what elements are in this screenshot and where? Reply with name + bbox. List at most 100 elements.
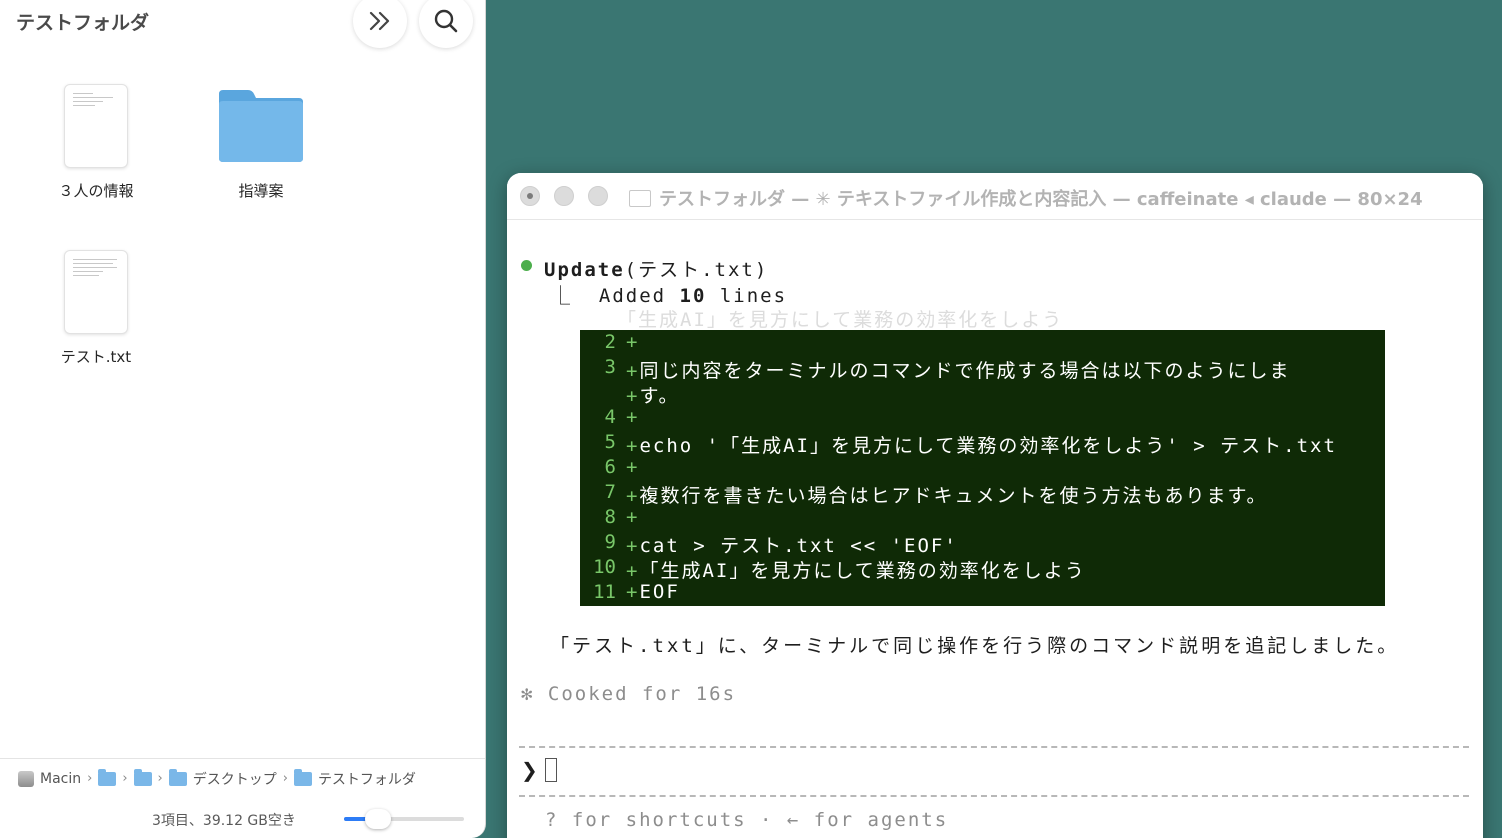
diff-plus-marker: + xyxy=(626,406,640,428)
diff-line-text: + xyxy=(626,331,639,356)
diff-plus-marker: + xyxy=(626,331,640,353)
diff-line-text: +「生成AI」を見方にして業務の効率化をしよう xyxy=(626,556,1086,582)
file-item-label: テスト.txt xyxy=(60,348,132,366)
diff-line-number xyxy=(580,381,616,406)
folder-icon xyxy=(293,768,312,786)
more-toolbar-button[interactable] xyxy=(353,0,407,48)
diff-line-text: + xyxy=(626,456,639,481)
chevron-right-icon: › xyxy=(282,771,288,786)
diff-line-number: 7 xyxy=(604,481,616,503)
diff-plus-marker: + xyxy=(626,385,640,407)
diff-row: 6 + xyxy=(580,456,639,481)
diff-block: 2 +3 +同じ内容をターミナルのコマンドで作成する場合は以下のようにしま +す。 4 +… xyxy=(580,330,1385,606)
search-button[interactable] xyxy=(419,0,473,48)
prompt-input[interactable] xyxy=(545,758,557,782)
status-dot-icon xyxy=(521,260,532,271)
home-folder-icon xyxy=(133,768,152,786)
diff-line-number: 6 xyxy=(604,456,616,478)
status-bar: 3項目、39.12 GB空き xyxy=(0,800,485,838)
diff-row: 3 +同じ内容をターミナルのコマンドで作成する場合は以下のようにしま xyxy=(580,356,1291,382)
document-icon xyxy=(64,84,128,168)
prompt-divider-bottom xyxy=(519,795,1469,797)
folder-item-label: 指導案 xyxy=(238,182,284,200)
prompt-chevron-icon: ❯ xyxy=(521,758,538,782)
diff-plus-marker: + xyxy=(626,360,640,382)
path-crumb-home[interactable] xyxy=(133,768,152,786)
diff-line-number: 8 xyxy=(604,506,616,528)
folder-icon xyxy=(216,84,306,168)
slider-knob[interactable] xyxy=(364,809,391,829)
diff-line-content: す。 xyxy=(639,385,680,407)
diff-line-number: 4 xyxy=(604,406,616,428)
diff-plus-marker: + xyxy=(626,506,640,528)
shortcut-hint: ? for shortcuts · ← for agents xyxy=(545,809,949,831)
diff-line-text: + xyxy=(626,506,639,531)
file-item-label: ３人の情報 xyxy=(58,182,134,200)
search-icon xyxy=(434,9,458,33)
path-crumb-desktop[interactable]: デスクトップ xyxy=(168,768,277,789)
finder-title: テストフォルダ xyxy=(16,12,150,34)
diff-row: 5 +echo '「生成AI」を見方にして業務の効率化をしよう' > テスト.tx… xyxy=(580,431,1337,457)
diff-line-text: +す。 xyxy=(626,381,680,407)
diff-line-number: 3 xyxy=(604,356,616,378)
added-lines-summary: ⎿ Added 10 lines xyxy=(551,285,788,307)
diff-row: 8 + xyxy=(580,506,639,531)
diff-row: 11 +EOF xyxy=(580,581,680,606)
diff-line-number: 10 xyxy=(593,556,616,578)
terminal-window: テストフォルダ — ✳ テキストファイル作成と内容記入 — caffeinate… xyxy=(507,173,1483,838)
path-crumb-users[interactable] xyxy=(98,768,117,786)
file-item-test-txt[interactable]: テスト.txt xyxy=(21,250,171,367)
path-crumb-test-folder[interactable]: テストフォルダ xyxy=(293,768,416,789)
folder-icon xyxy=(98,768,117,786)
diff-line-number: 2 xyxy=(604,331,616,353)
path-crumb-disk[interactable]: Macin xyxy=(18,770,81,787)
terminal-titlebar: テストフォルダ — ✳ テキストファイル作成と内容記入 — caffeinate… xyxy=(507,173,1483,220)
chevron-right-icon: › xyxy=(87,771,93,786)
diff-row: 9 +cat > テスト.txt << 'EOF' xyxy=(580,531,958,557)
chevron-right-icon: › xyxy=(122,771,128,786)
diff-line-number: 9 xyxy=(604,531,616,553)
diff-line-content: 同じ内容をターミナルのコマンドで作成する場合は以下のようにしま xyxy=(639,360,1291,382)
diff-line-number: 5 xyxy=(604,431,616,453)
document-icon xyxy=(64,250,128,334)
diff-row: 2 + xyxy=(580,331,639,356)
diff-plus-marker: + xyxy=(626,435,640,457)
folder-icon xyxy=(629,189,651,207)
diff-plus-marker: + xyxy=(626,456,640,478)
diff-line-text: +複数行を書きたい場合はヒアドキュメントを使う方法もあります。 xyxy=(626,481,1268,507)
diff-line-number: 11 xyxy=(593,581,616,603)
cooked-timer: ✻ Cooked for 16s xyxy=(521,683,737,705)
diff-row: 7 +複数行を書きたい場合はヒアドキュメントを使う方法もあります。 xyxy=(580,481,1268,507)
diff-line-content: cat > テスト.txt << 'EOF' xyxy=(639,535,958,557)
diff-plus-marker: + xyxy=(626,581,640,603)
zoom-window-button[interactable] xyxy=(588,186,608,206)
diff-line-content: 複数行を書きたい場合はヒアドキュメントを使う方法もあります。 xyxy=(639,485,1268,507)
folder-item-plan[interactable]: 指導案 xyxy=(186,84,336,201)
diff-plus-marker: + xyxy=(626,485,640,507)
close-window-button[interactable] xyxy=(520,186,540,206)
diff-plus-marker: + xyxy=(626,535,640,557)
diff-line-content: EOF xyxy=(639,581,680,603)
faded-context-line: 「生成AI」を見方にして業務の効率化をしよう xyxy=(617,309,1064,331)
assistant-summary: 「テスト.txt」に、ターミナルで同じ操作を行う際のコマンド説明を追記しました。 xyxy=(550,635,1400,657)
path-bar: Macin › › › デスクトップ › テストフォルダ xyxy=(0,758,485,798)
update-line: Update(テスト.txt) xyxy=(544,259,769,281)
minimize-window-button[interactable] xyxy=(554,186,574,206)
diff-plus-marker: + xyxy=(626,560,640,582)
diff-line-content: 「生成AI」を見方にして業務の効率化をしよう xyxy=(639,560,1086,582)
prompt-divider-top xyxy=(519,746,1469,748)
terminal-title: テストフォルダ — ✳ テキストファイル作成と内容記入 — caffeinate… xyxy=(629,185,1423,211)
icon-size-slider[interactable] xyxy=(344,809,464,829)
diff-line-text: +EOF xyxy=(626,581,680,606)
hard-disk-icon xyxy=(18,770,34,787)
diff-line-text: +cat > テスト.txt << 'EOF' xyxy=(626,531,958,557)
file-item-info[interactable]: ３人の情報 xyxy=(21,84,171,201)
diff-row: 10 +「生成AI」を見方にして業務の効率化をしよう xyxy=(580,556,1086,582)
diff-row: +す。 xyxy=(580,381,680,407)
desktop-folder-icon xyxy=(168,768,187,786)
chevron-right-icon: › xyxy=(157,771,163,786)
finder-window: テストフォルダ ３人の情報 指導案 テスト.txt Macin › › › デス… xyxy=(0,0,486,838)
diff-line-content: echo '「生成AI」を見方にして業務の効率化をしよう' > テスト.txt xyxy=(639,435,1337,457)
status-text: 3項目、39.12 GB空き xyxy=(152,813,296,829)
chevron-double-right-icon xyxy=(369,11,390,31)
